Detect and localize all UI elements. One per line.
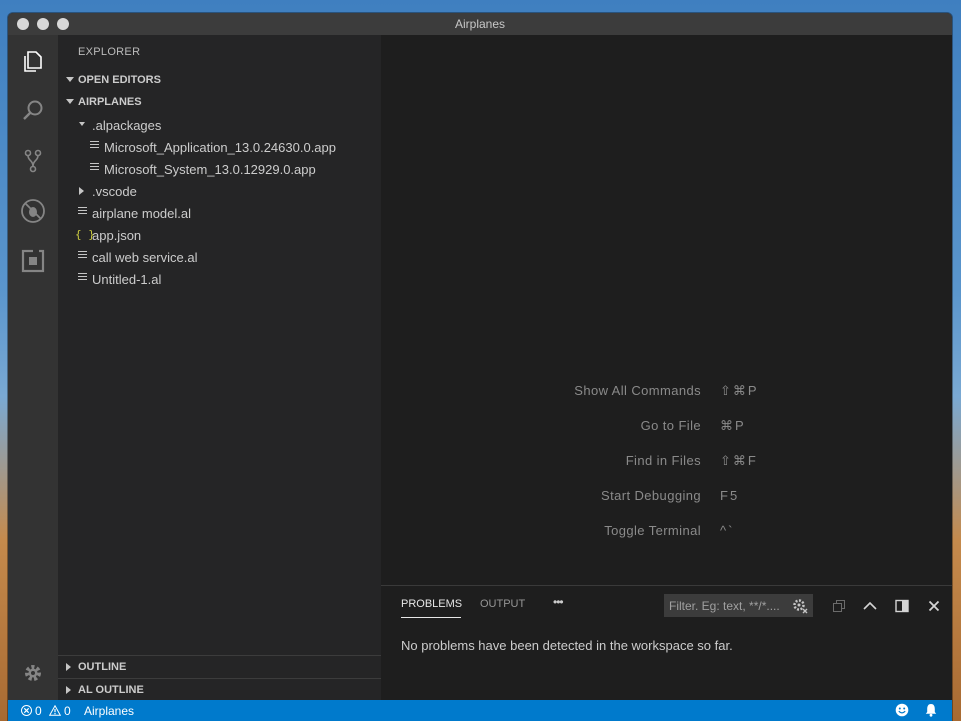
tree-item-label: call web service.al (92, 250, 198, 265)
file-lines-icon (78, 273, 87, 283)
tree-item-label: .vscode (92, 184, 137, 199)
watermark-keys: ⌘P (720, 418, 746, 433)
chevron-down-icon (66, 99, 74, 104)
section-open-editors[interactable]: OPEN EDITORS (58, 69, 381, 91)
title-bar: Airplanes (8, 13, 952, 35)
filter-settings-icon[interactable] (792, 598, 808, 619)
file-lines-icon (78, 251, 87, 261)
chevron-right-icon (66, 686, 71, 694)
explorer-icon[interactable] (19, 47, 47, 75)
error-count[interactable]: 0 (35, 704, 42, 718)
tree-file[interactable]: call web service.al (58, 246, 381, 268)
section-label: OPEN EDITORS (78, 74, 161, 86)
watermark-entry: Start Debugging F5 (381, 485, 952, 505)
watermark-entry: Toggle Terminal ^` (381, 520, 952, 540)
warning-count[interactable]: 0 (64, 704, 71, 718)
chevron-up-icon[interactable] (863, 599, 877, 613)
tree-item-label: Untitled-1.al (92, 272, 162, 287)
watermark-label: Go to File (640, 418, 701, 433)
problems-filter (664, 594, 813, 617)
tree-file[interactable]: { } app.json (58, 224, 381, 246)
watermark-label: Show All Commands (574, 383, 701, 398)
tree-item-label: app.json (92, 228, 142, 243)
editor-area: Show All Commands ⇧⌘P Go to File ⌘P Find… (381, 35, 952, 585)
tree-item-label: Microsoft_Application_13.0.24630.0.app (104, 140, 336, 155)
bottom-panel: PROBLEMS OUTPUT ••• Filter. Eg: text, **… (381, 585, 952, 701)
watermark-entry: Show All Commands ⇧⌘P (381, 380, 952, 400)
warning-icon[interactable] (48, 704, 62, 719)
vscode-window: Airplanes EXPLORER OPEN EDITORS AIRPLANE… (8, 13, 952, 721)
tree-folder-vscode[interactable]: .vscode (58, 180, 381, 202)
section-workspace[interactable]: AIRPLANES (58, 91, 381, 113)
chevron-right-icon (66, 663, 71, 671)
debug-icon[interactable] (19, 197, 47, 225)
file-lines-icon (90, 163, 99, 173)
section-label: AIRPLANES (78, 96, 142, 108)
watermark-keys: ⇧⌘F (720, 453, 758, 468)
workspace-folder-name[interactable]: Airplanes (84, 704, 134, 718)
toggle-panel-position-icon[interactable] (895, 599, 909, 613)
notifications-bell-icon[interactable] (924, 703, 938, 720)
error-icon[interactable] (21, 705, 32, 719)
file-lines-icon (90, 141, 99, 151)
section-outline[interactable]: OUTLINE (58, 655, 381, 678)
sidebar-title: EXPLORER (78, 46, 141, 58)
close-icon[interactable] (927, 599, 941, 613)
file-lines-icon (78, 207, 87, 217)
collapse-all-icon[interactable] (832, 599, 846, 613)
feedback-smiley-icon[interactable] (895, 703, 909, 720)
tree-file[interactable]: Microsoft_Application_13.0.24630.0.app (58, 136, 381, 158)
source-control-icon[interactable] (19, 147, 47, 175)
search-icon[interactable] (19, 97, 47, 125)
watermark-entry: Go to File ⌘P (381, 415, 952, 435)
watermark-label: Find in Files (625, 453, 701, 468)
chevron-down-icon (66, 77, 74, 82)
section-label: AL OUTLINE (78, 684, 144, 696)
tree-item-label: Microsoft_System_13.0.12929.0.app (104, 162, 316, 177)
section-label: OUTLINE (78, 661, 127, 673)
tree-item-label: .alpackages (92, 118, 162, 133)
window-title: Airplanes (454, 17, 506, 31)
tab-problems[interactable]: PROBLEMS (401, 598, 462, 610)
status-bar: 0 0 Airplanes (8, 700, 952, 721)
watermark-keys: ⇧⌘P (720, 383, 759, 398)
section-al-outline[interactable]: AL OUTLINE (58, 678, 381, 701)
active-tab-indicator (401, 617, 461, 618)
tree-file[interactable]: airplane model.al (58, 202, 381, 224)
tree-item-label: airplane model.al (92, 206, 192, 221)
watermark-entry: Find in Files ⇧⌘F (381, 450, 952, 470)
explorer-sidebar: EXPLORER OPEN EDITORS AIRPLANES .alpacka… (58, 35, 381, 700)
watermark-label: Start Debugging (601, 488, 701, 503)
tree-file[interactable]: Microsoft_System_13.0.12929.0.app (58, 158, 381, 180)
tree-folder-alpackages[interactable]: .alpackages (58, 114, 381, 136)
filter-input[interactable] (664, 594, 790, 617)
activity-bar (8, 35, 58, 700)
watermark-label: Toggle Terminal (604, 523, 701, 538)
extensions-icon[interactable] (19, 247, 47, 275)
chevron-right-icon (79, 187, 84, 195)
watermark-keys: ^` (720, 523, 735, 538)
problems-message: No problems have been detected in the wo… (401, 638, 733, 653)
tab-output[interactable]: OUTPUT (480, 598, 525, 610)
gear-icon[interactable] (19, 659, 47, 687)
tree-file[interactable]: Untitled-1.al (58, 268, 381, 290)
more-actions-icon[interactable]: ••• (553, 595, 564, 609)
chevron-down-icon (79, 122, 85, 126)
watermark-keys: F5 (720, 488, 740, 503)
